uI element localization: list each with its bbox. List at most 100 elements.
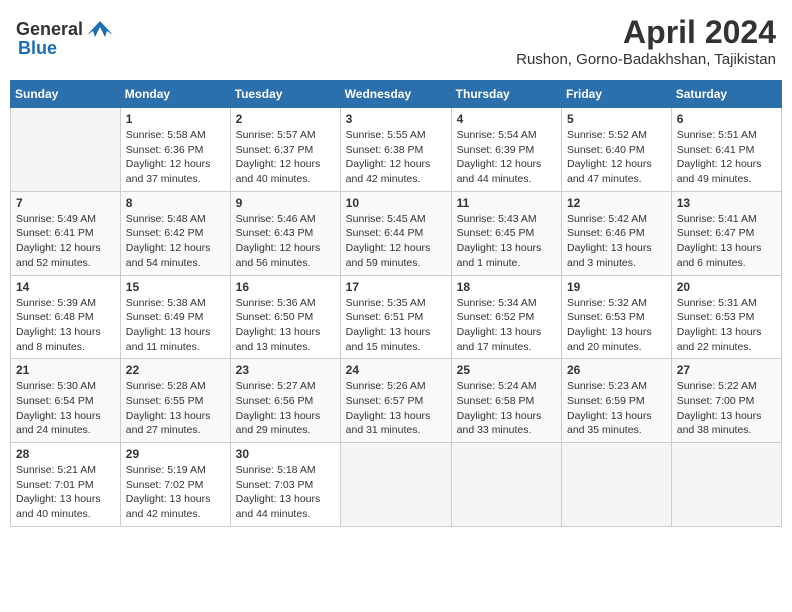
- page-title: April 2024: [516, 14, 776, 51]
- day-number: 3: [346, 112, 446, 126]
- day-info: Sunrise: 5:34 AMSunset: 6:52 PMDaylight:…: [457, 296, 556, 355]
- day-info: Sunrise: 5:39 AMSunset: 6:48 PMDaylight:…: [16, 296, 115, 355]
- calendar-cell: 9 Sunrise: 5:46 AMSunset: 6:43 PMDaylight…: [230, 191, 340, 275]
- calendar-cell: 1 Sunrise: 5:58 AMSunset: 6:36 PMDaylight…: [120, 108, 230, 192]
- day-info: Sunrise: 5:32 AMSunset: 6:53 PMDaylight:…: [567, 296, 666, 355]
- calendar-week-row: 1 Sunrise: 5:58 AMSunset: 6:36 PMDaylight…: [11, 108, 782, 192]
- day-number: 17: [346, 280, 446, 294]
- calendar-cell: 2 Sunrise: 5:57 AMSunset: 6:37 PMDaylight…: [230, 108, 340, 192]
- day-number: 30: [236, 447, 335, 461]
- day-info: Sunrise: 5:19 AMSunset: 7:02 PMDaylight:…: [126, 463, 225, 522]
- day-info: Sunrise: 5:31 AMSunset: 6:53 PMDaylight:…: [677, 296, 776, 355]
- day-number: 29: [126, 447, 225, 461]
- day-number: 19: [567, 280, 666, 294]
- day-info: Sunrise: 5:57 AMSunset: 6:37 PMDaylight:…: [236, 128, 335, 187]
- day-number: 27: [677, 363, 776, 377]
- weekday-header-cell: Friday: [562, 81, 672, 108]
- day-number: 7: [16, 196, 115, 210]
- day-info: Sunrise: 5:35 AMSunset: 6:51 PMDaylight:…: [346, 296, 446, 355]
- day-info: Sunrise: 5:51 AMSunset: 6:41 PMDaylight:…: [677, 128, 776, 187]
- day-number: 4: [457, 112, 556, 126]
- calendar-cell: 30 Sunrise: 5:18 AMSunset: 7:03 PMDayligh…: [230, 443, 340, 527]
- calendar-cell: 16Sunrise: 5:36 AMSunset: 6:50 PMDayligh…: [230, 275, 340, 359]
- weekday-header-cell: Wednesday: [340, 81, 451, 108]
- title-area: April 2024 Rushon, Gorno-Badakhshan, Taj…: [516, 14, 776, 68]
- calendar-cell: 15 Sunrise: 5:38 AMSunset: 6:49 PMDayligh…: [120, 275, 230, 359]
- day-number: 2: [236, 112, 335, 126]
- calendar-week-row: 28 Sunrise: 5:21 AMSunset: 7:01 PMDayligh…: [11, 443, 782, 527]
- calendar-cell: 12 Sunrise: 5:42 AMSunset: 6:46 PMDayligh…: [562, 191, 672, 275]
- day-info: Sunrise: 5:21 AMSunset: 7:01 PMDaylight:…: [16, 463, 115, 522]
- day-number: 22: [126, 363, 225, 377]
- header: General Blue April 2024 Rushon, Gorno-Ba…: [10, 10, 782, 72]
- calendar-cell: 18 Sunrise: 5:34 AMSunset: 6:52 PMDayligh…: [451, 275, 561, 359]
- weekday-header-cell: Thursday: [451, 81, 561, 108]
- day-number: 12: [567, 196, 666, 210]
- calendar-cell: 11 Sunrise: 5:43 AMSunset: 6:45 PMDayligh…: [451, 191, 561, 275]
- weekday-header-cell: Sunday: [11, 81, 121, 108]
- day-info: Sunrise: 5:52 AMSunset: 6:40 PMDaylight:…: [567, 128, 666, 187]
- day-number: 15: [126, 280, 225, 294]
- calendar-cell: 22 Sunrise: 5:28 AMSunset: 6:55 PMDayligh…: [120, 359, 230, 443]
- day-info: Sunrise: 5:22 AMSunset: 7:00 PMDaylight:…: [677, 379, 776, 438]
- calendar-cell: 27 Sunrise: 5:22 AMSunset: 7:00 PMDayligh…: [671, 359, 781, 443]
- day-number: 1: [126, 112, 225, 126]
- page-subtitle: Rushon, Gorno-Badakhshan, Tajikistan: [516, 51, 776, 68]
- day-number: 8: [126, 196, 225, 210]
- day-number: 28: [16, 447, 115, 461]
- day-info: Sunrise: 5:55 AMSunset: 6:38 PMDaylight:…: [346, 128, 446, 187]
- calendar-cell: 6 Sunrise: 5:51 AMSunset: 6:41 PMDaylight…: [671, 108, 781, 192]
- day-info: Sunrise: 5:43 AMSunset: 6:45 PMDaylight:…: [457, 212, 556, 271]
- day-number: 10: [346, 196, 446, 210]
- day-number: 14: [16, 280, 115, 294]
- day-number: 5: [567, 112, 666, 126]
- calendar-cell: 24 Sunrise: 5:26 AMSunset: 6:57 PMDayligh…: [340, 359, 451, 443]
- day-info: Sunrise: 5:38 AMSunset: 6:49 PMDaylight:…: [126, 296, 225, 355]
- calendar-cell: 3 Sunrise: 5:55 AMSunset: 6:38 PMDaylight…: [340, 108, 451, 192]
- calendar-cell: 21Sunrise: 5:30 AMSunset: 6:54 PMDayligh…: [11, 359, 121, 443]
- logo-general: General: [16, 19, 83, 40]
- day-info: Sunrise: 5:27 AMSunset: 6:56 PMDaylight:…: [236, 379, 335, 438]
- weekday-header-cell: Tuesday: [230, 81, 340, 108]
- day-info: Sunrise: 5:46 AMSunset: 6:43 PMDaylight:…: [236, 212, 335, 271]
- day-info: Sunrise: 5:49 AMSunset: 6:41 PMDaylight:…: [16, 212, 115, 271]
- day-info: Sunrise: 5:23 AMSunset: 6:59 PMDaylight:…: [567, 379, 666, 438]
- calendar-cell: [451, 443, 561, 527]
- weekday-header-cell: Monday: [120, 81, 230, 108]
- logo-blue: Blue: [18, 38, 57, 59]
- calendar-week-row: 21Sunrise: 5:30 AMSunset: 6:54 PMDayligh…: [11, 359, 782, 443]
- calendar-cell: 23Sunrise: 5:27 AMSunset: 6:56 PMDayligh…: [230, 359, 340, 443]
- calendar-cell: [562, 443, 672, 527]
- calendar-cell: 19 Sunrise: 5:32 AMSunset: 6:53 PMDayligh…: [562, 275, 672, 359]
- day-info: Sunrise: 5:48 AMSunset: 6:42 PMDaylight:…: [126, 212, 225, 271]
- calendar-cell: 20 Sunrise: 5:31 AMSunset: 6:53 PMDayligh…: [671, 275, 781, 359]
- logo-bird-icon: [85, 14, 115, 44]
- day-info: Sunrise: 5:45 AMSunset: 6:44 PMDaylight:…: [346, 212, 446, 271]
- day-number: 6: [677, 112, 776, 126]
- calendar-cell: 8 Sunrise: 5:48 AMSunset: 6:42 PMDaylight…: [120, 191, 230, 275]
- day-info: Sunrise: 5:54 AMSunset: 6:39 PMDaylight:…: [457, 128, 556, 187]
- day-info: Sunrise: 5:41 AMSunset: 6:47 PMDaylight:…: [677, 212, 776, 271]
- day-number: 20: [677, 280, 776, 294]
- day-number: 25: [457, 363, 556, 377]
- day-number: 24: [346, 363, 446, 377]
- calendar-cell: 26 Sunrise: 5:23 AMSunset: 6:59 PMDayligh…: [562, 359, 672, 443]
- day-info: Sunrise: 5:28 AMSunset: 6:55 PMDaylight:…: [126, 379, 225, 438]
- calendar-cell: 5 Sunrise: 5:52 AMSunset: 6:40 PMDaylight…: [562, 108, 672, 192]
- day-info: Sunrise: 5:58 AMSunset: 6:36 PMDaylight:…: [126, 128, 225, 187]
- day-number: 26: [567, 363, 666, 377]
- day-info: Sunrise: 5:24 AMSunset: 6:58 PMDaylight:…: [457, 379, 556, 438]
- day-info: Sunrise: 5:42 AMSunset: 6:46 PMDaylight:…: [567, 212, 666, 271]
- calendar-cell: 4 Sunrise: 5:54 AMSunset: 6:39 PMDaylight…: [451, 108, 561, 192]
- calendar-cell: 7 Sunrise: 5:49 AMSunset: 6:41 PMDaylight…: [11, 191, 121, 275]
- weekday-header-row: SundayMondayTuesdayWednesdayThursdayFrid…: [11, 81, 782, 108]
- day-number: 9: [236, 196, 335, 210]
- calendar-table: SundayMondayTuesdayWednesdayThursdayFrid…: [10, 80, 782, 527]
- calendar-cell: 25 Sunrise: 5:24 AMSunset: 6:58 PMDayligh…: [451, 359, 561, 443]
- day-number: 18: [457, 280, 556, 294]
- day-info: Sunrise: 5:18 AMSunset: 7:03 PMDaylight:…: [236, 463, 335, 522]
- calendar-cell: 14 Sunrise: 5:39 AMSunset: 6:48 PMDayligh…: [11, 275, 121, 359]
- calendar-cell: 10 Sunrise: 5:45 AMSunset: 6:44 PMDayligh…: [340, 191, 451, 275]
- day-number: 11: [457, 196, 556, 210]
- day-info: Sunrise: 5:26 AMSunset: 6:57 PMDaylight:…: [346, 379, 446, 438]
